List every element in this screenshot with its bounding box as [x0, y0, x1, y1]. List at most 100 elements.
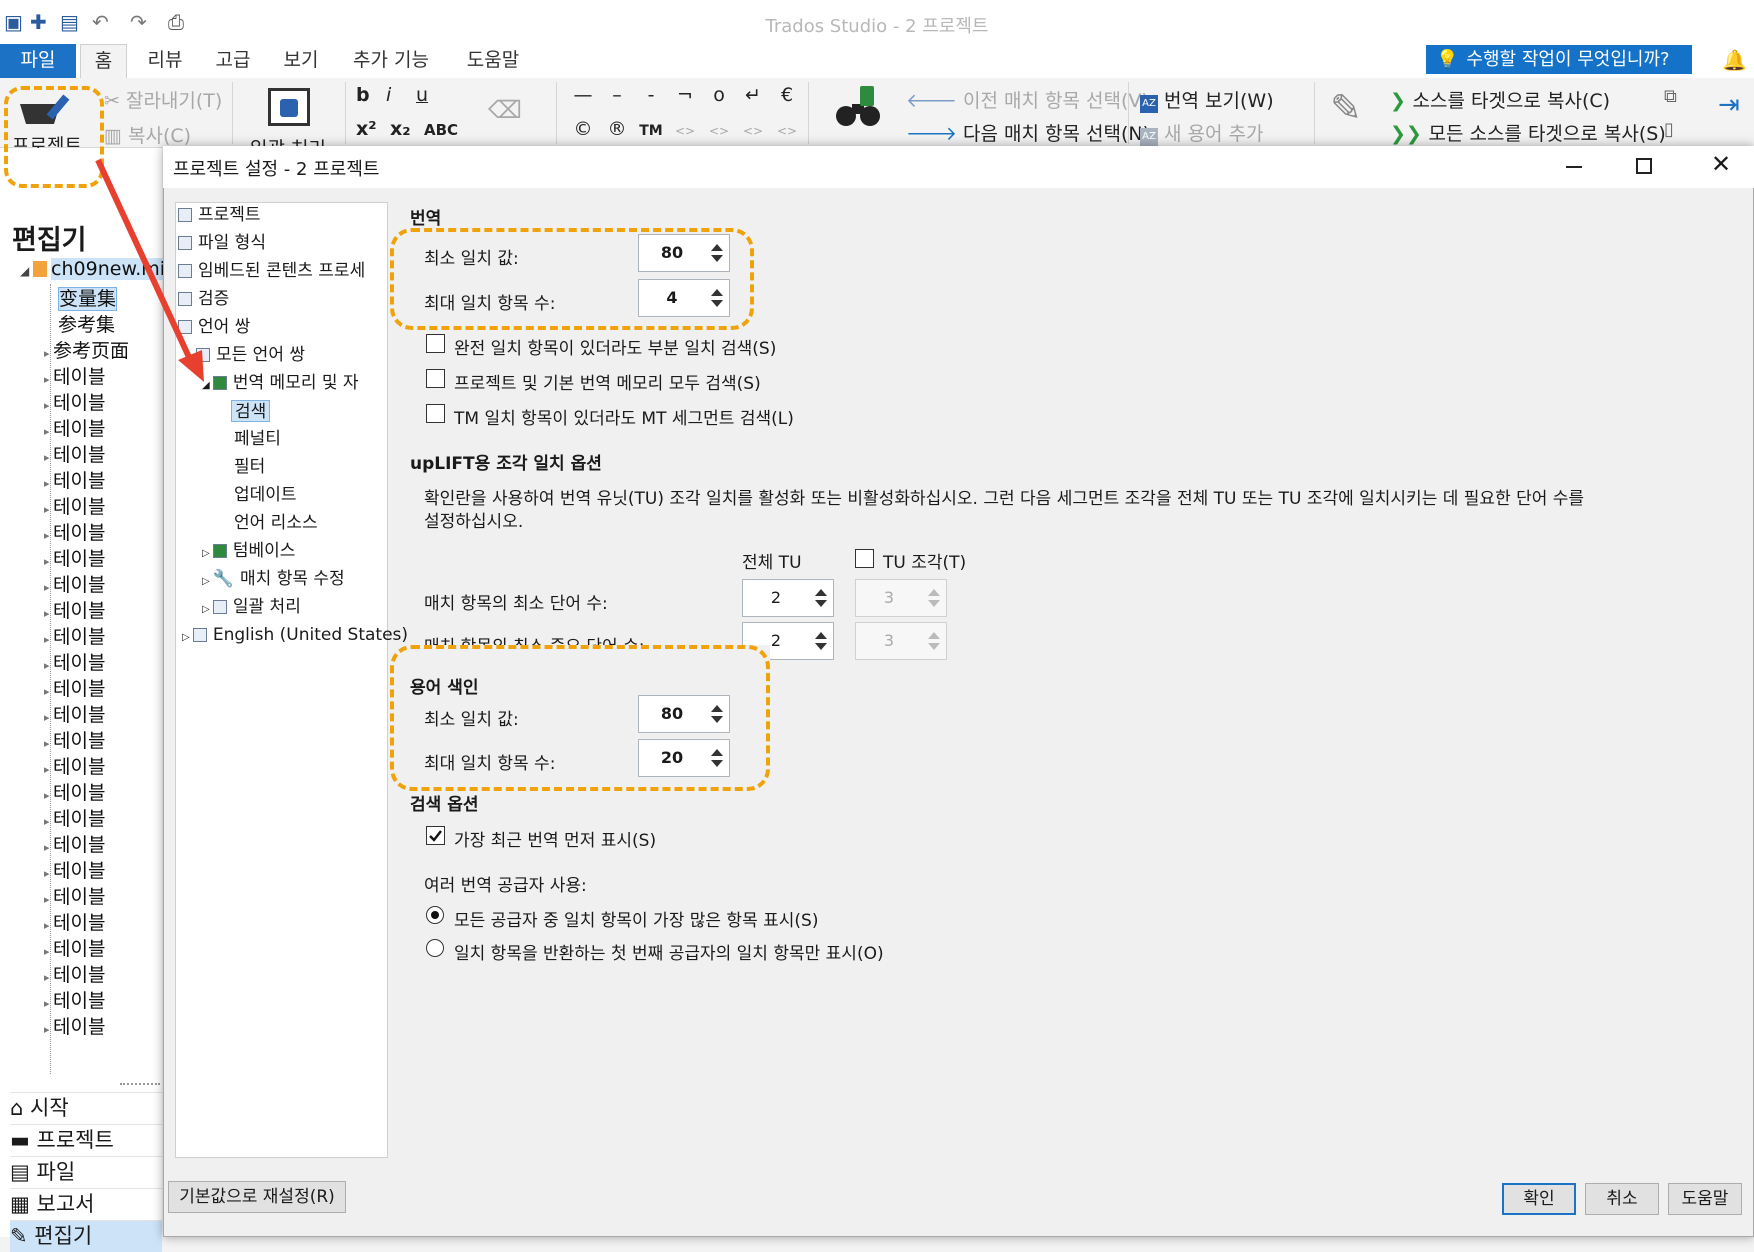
- tree-item[interactable]: ▸ 테이블: [44, 778, 105, 805]
- tree-item[interactable]: ▸ 테이블: [44, 440, 105, 467]
- tree-item[interactable]: ▸ 테이블: [44, 934, 105, 961]
- tree-item[interactable]: ▸ 테이블: [44, 518, 105, 545]
- trademark-button[interactable]: TM: [634, 123, 668, 139]
- tag-button[interactable]: <>: [736, 124, 770, 138]
- tab-addins[interactable]: 추가 기능: [346, 44, 436, 78]
- expand-icon[interactable]: ▸: [44, 737, 53, 750]
- min-sig-frag-spinner[interactable]: 3: [855, 622, 947, 660]
- min-words-frag-spinner[interactable]: 3: [855, 579, 947, 617]
- tree-item[interactable]: ▸ 테이블: [44, 908, 105, 935]
- help-button[interactable]: 도움말: [1668, 1183, 1742, 1215]
- batch-tasks-icon[interactable]: [268, 88, 310, 126]
- bell-icon[interactable]: 🔔: [1722, 48, 1747, 72]
- expand-icon[interactable]: ▸: [44, 659, 53, 672]
- spin-up-icon[interactable]: [928, 589, 940, 596]
- checkbox-recent-first[interactable]: [426, 826, 445, 845]
- expand-icon[interactable]: ▸: [44, 373, 53, 386]
- expand-icon[interactable]: ▸: [44, 763, 53, 776]
- tree-item[interactable]: ▸ 테이블: [44, 726, 105, 753]
- cancel-button[interactable]: 취소: [1585, 1183, 1659, 1215]
- bold-button[interactable]: b: [356, 84, 386, 106]
- tree-item[interactable]: ▸ 테이블: [44, 388, 105, 415]
- tree-filters[interactable]: 필터: [234, 456, 265, 478]
- nav-start[interactable]: ⌂ 시작: [10, 1092, 162, 1124]
- prev-match-button[interactable]: 🡐 이전 매치 항목 선택(V): [906, 86, 1149, 113]
- copy-button[interactable]: ▥ 복사(C): [104, 121, 191, 148]
- registered-button[interactable]: ®: [600, 118, 634, 140]
- tree-item[interactable]: ▸ 테이블: [44, 752, 105, 779]
- copyright-button[interactable]: ©: [566, 118, 600, 140]
- splitter[interactable]: [120, 1083, 160, 1085]
- cut-button[interactable]: ✂ 잘라내기(T): [104, 86, 222, 113]
- tree-item[interactable]: ▸ 테이블: [44, 700, 105, 727]
- tree-item[interactable]: ▸ 테이블: [44, 466, 105, 493]
- spin-down-icon[interactable]: [928, 600, 940, 607]
- tree-autosuggest[interactable]: ▷ 🔧 매치 항목 수정: [202, 568, 345, 590]
- tab-view[interactable]: 보기: [276, 44, 326, 78]
- close-icon[interactable]: ✕: [1711, 150, 1731, 178]
- copy-source-button[interactable]: ❯ 소스를 타겟으로 복사(C): [1390, 86, 1610, 113]
- expand-icon[interactable]: ▸: [44, 893, 53, 906]
- spin-up-icon[interactable]: [815, 589, 827, 596]
- tag-button[interactable]: <>: [668, 124, 702, 138]
- tree-item[interactable]: ▸ 테이블: [44, 960, 105, 987]
- tree-search[interactable]: 검색: [231, 400, 271, 422]
- tree-item[interactable]: ▸ 테이블: [44, 882, 105, 909]
- radio-first-provider[interactable]: [426, 939, 444, 957]
- nav-files[interactable]: ▤ 파일: [10, 1156, 162, 1188]
- tag-button[interactable]: <>: [702, 124, 736, 138]
- italic-button[interactable]: i: [386, 84, 416, 106]
- expand-icon[interactable]: ▸: [44, 399, 53, 412]
- reset-defaults-button[interactable]: 기본값으로 재설정(R): [168, 1181, 346, 1213]
- expand-icon[interactable]: ▸: [44, 711, 53, 724]
- radio-all-providers[interactable]: [426, 906, 444, 924]
- expand-icon[interactable]: ▸: [44, 451, 53, 464]
- tab-file[interactable]: 파일: [0, 44, 76, 78]
- subscript-button[interactable]: x₂: [390, 118, 424, 140]
- maximize-icon[interactable]: [1636, 158, 1652, 174]
- expand-icon[interactable]: ▸: [44, 633, 53, 646]
- tab-home[interactable]: 홈: [80, 44, 127, 78]
- nav-editor[interactable]: ✎ 편집기: [10, 1220, 162, 1252]
- spin-up-icon[interactable]: [928, 632, 940, 639]
- checkbox-all-tm[interactable]: [426, 369, 445, 388]
- expand-icon[interactable]: ▸: [44, 971, 53, 984]
- tree-batch[interactable]: ▷ 일괄 처리: [202, 596, 301, 618]
- spin-down-icon[interactable]: [815, 643, 827, 650]
- tree-item[interactable]: ▸ 테이블: [44, 622, 105, 649]
- ok-button[interactable]: 확인: [1502, 1183, 1576, 1215]
- hyphen-button[interactable]: -: [634, 84, 668, 106]
- next-match-button[interactable]: 🡒 다음 매치 항목 선택(N): [906, 119, 1150, 146]
- pencil-icon[interactable]: ✎: [1330, 86, 1362, 130]
- smallcaps-button[interactable]: ABC: [424, 121, 458, 139]
- spin-up-icon[interactable]: [815, 632, 827, 639]
- expand-icon[interactable]: ▸: [44, 867, 53, 880]
- expand-icon[interactable]: ▸: [44, 685, 53, 698]
- expand-icon[interactable]: ▸: [44, 529, 53, 542]
- split-icon[interactable]: ▯: [1664, 119, 1674, 140]
- expand-icon[interactable]: ▸: [44, 1023, 53, 1036]
- tree-termbases[interactable]: ▷ 텀베이스: [202, 540, 295, 562]
- line-break-button[interactable]: ↵: [736, 84, 770, 106]
- tab-help[interactable]: 도움말: [458, 44, 528, 78]
- tree-item[interactable]: ▸ 테이블: [44, 596, 105, 623]
- degree-button[interactable]: o: [702, 84, 736, 106]
- expand-icon[interactable]: ▸: [44, 919, 53, 932]
- nav-reports[interactable]: ▦ 보고서: [10, 1188, 162, 1220]
- expand-icon[interactable]: ▸: [44, 503, 53, 516]
- en-dash-button[interactable]: –: [600, 84, 634, 106]
- tree-item[interactable]: ▸ 테이블: [44, 544, 105, 571]
- expand-icon[interactable]: ▸: [44, 555, 53, 568]
- tab-advanced[interactable]: 고급: [208, 44, 258, 78]
- not-sign-button[interactable]: ¬: [668, 84, 702, 106]
- tag-button[interactable]: <>: [770, 124, 804, 138]
- underline-button[interactable]: u: [416, 84, 446, 106]
- checkbox-concordance[interactable]: [426, 334, 445, 353]
- min-words-full-spinner[interactable]: 2: [742, 579, 834, 617]
- tree-item[interactable]: ▸ 테이블: [44, 674, 105, 701]
- concordance-icon[interactable]: [832, 84, 884, 130]
- tree-item[interactable]: ▸ 테이블: [44, 830, 105, 857]
- tree-item[interactable]: ▸ 테이블: [44, 804, 105, 831]
- tree-tm[interactable]: ◢ 번역 메모리 및 자: [202, 372, 359, 394]
- spin-down-icon[interactable]: [928, 643, 940, 650]
